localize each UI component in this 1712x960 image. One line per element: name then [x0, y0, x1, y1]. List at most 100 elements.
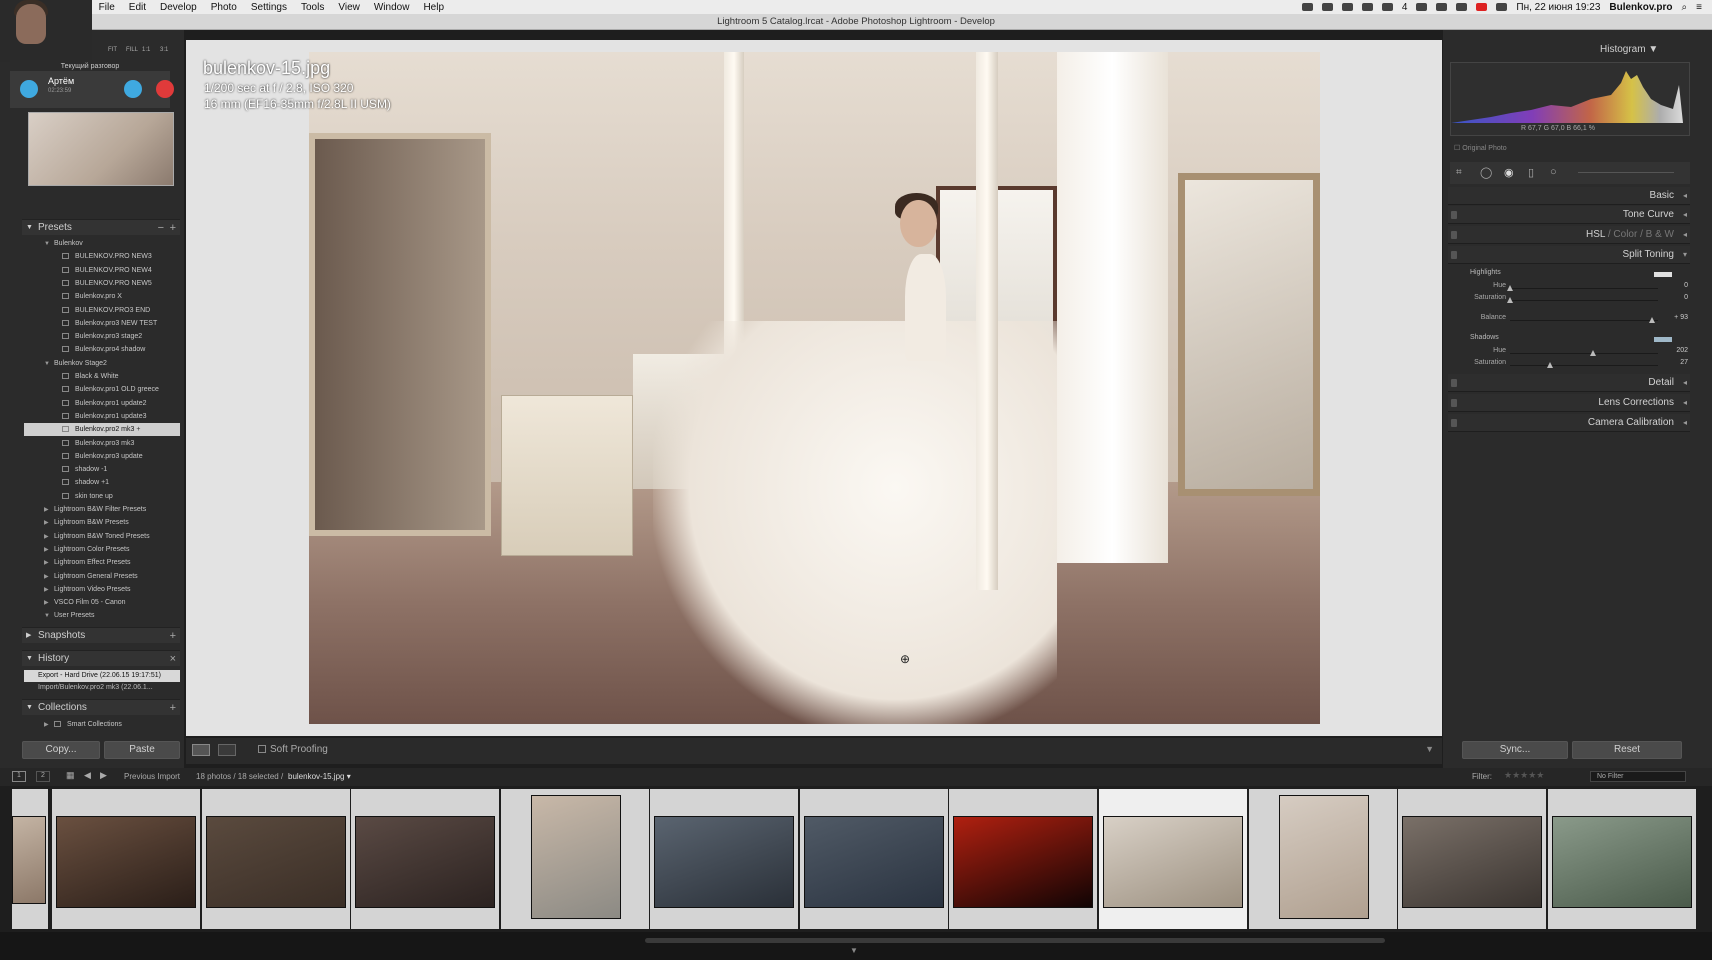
- filmstrip-cell[interactable]: [650, 789, 798, 929]
- hangup-button[interactable]: [156, 80, 174, 98]
- preset-item[interactable]: Bulenkov.pro X: [24, 290, 180, 303]
- menubar-clock[interactable]: Пн, 22 июня 19:23: [1516, 2, 1600, 13]
- display-icon[interactable]: [1321, 3, 1333, 11]
- preset-item[interactable]: Bulenkov.pro1 OLD greece: [24, 383, 180, 396]
- filmstrip-cell[interactable]: [52, 789, 200, 929]
- wifi-icon[interactable]: [1456, 3, 1468, 11]
- photo-thumbnail[interactable]: [56, 816, 196, 908]
- nav-fill[interactable]: FILL: [126, 47, 138, 53]
- toolbar-menu-icon[interactable]: ▼: [1425, 744, 1434, 754]
- battery-level[interactable]: 4: [1402, 2, 1408, 13]
- window1-button[interactable]: 1: [12, 771, 26, 782]
- bluetooth-icon[interactable]: [1436, 3, 1448, 11]
- copy-button[interactable]: Copy...: [22, 741, 100, 759]
- preset-group[interactable]: ▼ Bulenkov Stage2: [24, 357, 180, 370]
- menu-window[interactable]: Window: [374, 2, 410, 13]
- histogram-title[interactable]: Histogram ▼: [1600, 44, 1658, 55]
- filter-dropdown[interactable]: No Filter: [1590, 771, 1686, 782]
- collection-item[interactable]: ▶ Smart Collections: [24, 718, 180, 731]
- shadows-swatch[interactable]: [1654, 337, 1672, 342]
- spotlight-icon[interactable]: ⌕: [1682, 2, 1688, 13]
- menu-help[interactable]: Help: [423, 2, 444, 13]
- photo-thumbnail[interactable]: [1552, 816, 1692, 908]
- filmstrip-cell[interactable]: [351, 789, 499, 929]
- volume-icon[interactable]: [1496, 3, 1508, 11]
- menu-file[interactable]: File: [99, 2, 115, 13]
- split-slider[interactable]: Saturation 0: [1460, 294, 1688, 306]
- preset-item[interactable]: Bulenkov.pro2 mk3 +: [24, 423, 180, 437]
- radial-filter-icon[interactable]: ○: [1550, 166, 1557, 178]
- filmstrip-cell[interactable]: [501, 789, 649, 929]
- history-item[interactable]: Export - Hard Drive (22.06.15 19:17:51): [24, 670, 180, 682]
- preset-folder[interactable]: ▶ Lightroom Video Presets: [24, 583, 180, 596]
- slider-knob[interactable]: [1507, 285, 1513, 291]
- slider-knob[interactable]: [1507, 297, 1513, 303]
- preset-item[interactable]: shadow +1: [24, 476, 180, 489]
- menu-edit[interactable]: Edit: [129, 2, 146, 13]
- preset-item[interactable]: Bulenkov.pro1 update3: [24, 410, 180, 423]
- panel-camera-calibration[interactable]: Camera Calibration ◂: [1448, 414, 1690, 432]
- adjustment-brush-slider[interactable]: [1578, 172, 1674, 173]
- highlights-swatch[interactable]: [1654, 272, 1672, 277]
- preset-group[interactable]: ▼ Bulenkov: [24, 237, 180, 250]
- cloud-icon[interactable]: [1301, 3, 1313, 11]
- crop-icon[interactable]: ⌗: [1456, 167, 1462, 178]
- nav-fit[interactable]: FIT: [108, 47, 117, 53]
- nav-1to1[interactable]: 1:1: [142, 47, 150, 53]
- filmstrip-cell[interactable]: [1099, 789, 1247, 929]
- panel-split-toning[interactable]: Split Toning ▾: [1448, 246, 1690, 264]
- photo-thumbnail[interactable]: [206, 816, 346, 908]
- split-slider[interactable]: Hue 0: [1460, 282, 1688, 294]
- camera-icon[interactable]: [1381, 3, 1393, 11]
- preset-item[interactable]: BULENKOV.PRO NEW5: [24, 277, 180, 290]
- grid-icon[interactable]: ▦: [66, 770, 75, 781]
- split-slider[interactable]: Hue 202: [1460, 347, 1688, 359]
- preset-item[interactable]: Black & White: [24, 370, 180, 383]
- preset-item[interactable]: BULENKOV.PRO3 END: [24, 304, 180, 317]
- window2-button[interactable]: 2: [36, 771, 50, 782]
- photo-thumbnail[interactable]: [12, 816, 46, 904]
- photo-thumbnail[interactable]: [1402, 816, 1542, 908]
- preset-item[interactable]: BULENKOV.PRO NEW4: [24, 264, 180, 277]
- presets-header[interactable]: ▼ Presets − +: [22, 219, 180, 235]
- photo-thumbnail[interactable]: [1103, 816, 1243, 908]
- filmstrip-toggle-icon[interactable]: ▼: [850, 946, 858, 955]
- menu-tools[interactable]: Tools: [301, 2, 324, 13]
- preset-item[interactable]: BULENKOV.PRO NEW3: [24, 250, 180, 263]
- preset-item[interactable]: Bulenkov.pro3 update: [24, 450, 180, 463]
- photo-thumbnail[interactable]: [804, 816, 944, 908]
- redeye-icon[interactable]: ◉: [1504, 166, 1514, 179]
- preset-folder[interactable]: ▶ Lightroom B&W Filter Presets: [24, 503, 180, 516]
- reset-button[interactable]: Reset: [1572, 741, 1682, 759]
- soft-proofing-checkbox[interactable]: [258, 745, 266, 753]
- filmstrip-cell[interactable]: [202, 789, 350, 929]
- preset-item[interactable]: shadow -1: [24, 463, 180, 476]
- graduated-filter-icon[interactable]: ▯: [1528, 166, 1534, 179]
- history-header[interactable]: ▼ History ×: [22, 650, 180, 666]
- current-file[interactable]: bulenkov-15.jpg ▾: [288, 772, 351, 781]
- preset-item[interactable]: Bulenkov.pro4 shadow: [24, 343, 180, 356]
- snapshots-header[interactable]: ▶ Snapshots +: [22, 627, 180, 643]
- menu-view[interactable]: View: [338, 2, 360, 13]
- preset-item[interactable]: Bulenkov.pro3 NEW TEST: [24, 317, 180, 330]
- history-item[interactable]: Import/Bulenkov.pro2 mk3 (22.06.1...: [24, 682, 180, 694]
- menu-photo[interactable]: Photo: [211, 2, 237, 13]
- filmstrip-cell[interactable]: [949, 789, 1097, 929]
- navigator-preview[interactable]: [28, 112, 174, 186]
- preset-folder[interactable]: ▶ VSCO Film 05 - Canon: [24, 596, 180, 609]
- panel-detail[interactable]: Detail ◂: [1448, 374, 1690, 392]
- timemachine-icon[interactable]: [1416, 3, 1428, 11]
- back-icon[interactable]: ◀: [84, 770, 91, 781]
- panel-basic[interactable]: Basic ◂: [1448, 187, 1690, 205]
- preset-folder[interactable]: ▼ User Presets: [24, 609, 180, 622]
- histogram[interactable]: R 67,7 G 67,0 B 66,1 %: [1450, 62, 1690, 136]
- menubar-user[interactable]: Bulenkov.pro: [1609, 2, 1672, 13]
- skype-icon[interactable]: [1341, 3, 1353, 11]
- photo-thumbnail[interactable]: [355, 816, 495, 908]
- preset-folder[interactable]: ▶ Lightroom B&W Presets: [24, 516, 180, 529]
- filmstrip-cell[interactable]: [1548, 789, 1696, 929]
- photo-thumbnail[interactable]: [654, 816, 794, 908]
- menu-settings[interactable]: Settings: [251, 2, 287, 13]
- notification-icon[interactable]: ≡: [1696, 2, 1702, 13]
- slider-knob[interactable]: [1649, 317, 1656, 323]
